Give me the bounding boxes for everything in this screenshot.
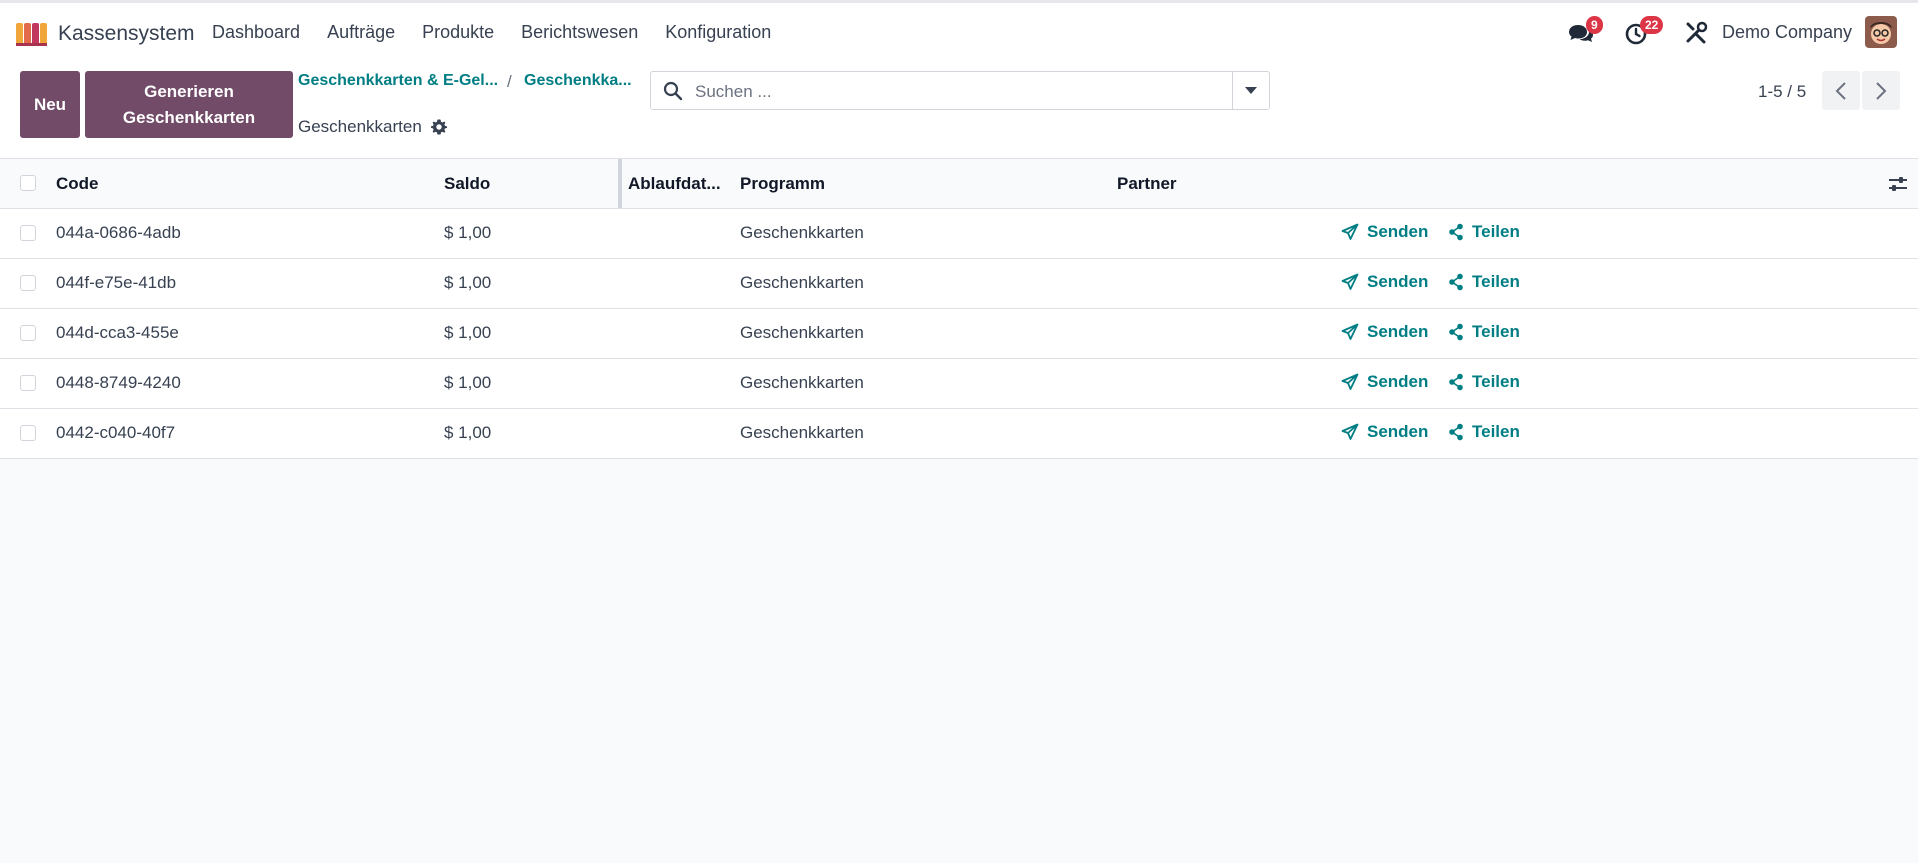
breadcrumb-gift-cards-ewallet[interactable]: Geschenkkarten & E-Gel... — [298, 72, 498, 90]
send-button[interactable]: Senden — [1341, 372, 1428, 392]
select-all-checkbox[interactable] — [20, 175, 36, 191]
gear-icon[interactable] — [430, 118, 448, 136]
row-programm: Geschenkkarten — [740, 323, 864, 342]
row-code: 044f-e75e-41db — [56, 273, 177, 292]
pager-value[interactable]: 1-5 / 5 — [1758, 82, 1806, 102]
row-checkbox[interactable] — [20, 275, 36, 291]
share-icon — [1449, 423, 1463, 441]
table-row[interactable]: 0448-8749-4240 $ 1,00 Geschenkkarten Sen… — [0, 359, 1918, 409]
row-checkbox[interactable] — [20, 325, 36, 341]
share-icon — [1449, 273, 1463, 291]
row-code: 044d-cca3-455e — [56, 323, 179, 342]
table-row[interactable]: 0442-c040-40f7 $ 1,00 Geschenkkarten Sen… — [0, 409, 1918, 459]
send-button[interactable]: Senden — [1341, 422, 1428, 442]
app-icon[interactable] — [15, 21, 49, 47]
share-label: Teilen — [1472, 222, 1520, 241]
generate-label-line2: Geschenkkarten — [122, 107, 256, 127]
search-input[interactable] — [693, 78, 1197, 106]
row-saldo: $ 1,00 — [444, 373, 492, 392]
tools-icon[interactable] — [1684, 20, 1710, 46]
paper-plane-icon — [1341, 273, 1359, 290]
send-label: Senden — [1367, 422, 1429, 441]
column-saldo[interactable]: Saldo — [444, 174, 490, 194]
send-button[interactable]: Senden — [1341, 272, 1428, 292]
table-row[interactable]: 044d-cca3-455e $ 1,00 Geschenkkarten Sen… — [0, 309, 1918, 359]
chevron-left-icon — [1835, 81, 1846, 100]
share-label: Teilen — [1472, 272, 1520, 291]
menu-item-konfiguration[interactable]: Konfiguration — [665, 22, 771, 43]
share-button[interactable]: Teilen — [1448, 372, 1520, 392]
share-icon — [1449, 223, 1463, 241]
send-label: Senden — [1367, 322, 1429, 341]
row-saldo: $ 1,00 — [444, 273, 492, 292]
send-label: Senden — [1367, 372, 1429, 391]
search-options-toggle[interactable] — [1232, 72, 1269, 109]
paper-plane-icon — [1341, 323, 1359, 340]
row-programm: Geschenkkarten — [740, 223, 864, 242]
share-button[interactable]: Teilen — [1448, 222, 1520, 242]
generate-label-line1: Generieren — [144, 81, 234, 101]
row-code: 0448-8749-4240 — [56, 373, 181, 392]
avatar[interactable] — [1865, 16, 1897, 48]
row-code: 0442-c040-40f7 — [56, 423, 176, 442]
send-label: Senden — [1367, 272, 1429, 291]
control-panel: Neu Generieren Geschenkkarten Geschenkka… — [0, 62, 1918, 159]
generate-gift-cards-button[interactable]: Generieren Geschenkkarten — [85, 71, 293, 138]
pager-previous-button[interactable] — [1822, 71, 1860, 110]
main-menu: Dashboard Aufträge Produkte Berichtswese… — [212, 3, 798, 62]
send-label: Senden — [1367, 222, 1429, 241]
new-button[interactable]: Neu — [20, 71, 80, 138]
table-row[interactable]: 044a-0686-4adb $ 1,00 Geschenkkarten Sen… — [0, 209, 1918, 259]
breadcrumb-separator: / — [507, 72, 512, 91]
caret-down-icon — [1245, 86, 1257, 94]
menu-item-dashboard[interactable]: Dashboard — [212, 22, 300, 43]
row-saldo: $ 1,00 — [444, 323, 492, 342]
column-partner[interactable]: Partner — [1117, 174, 1177, 194]
share-button[interactable]: Teilen — [1448, 422, 1520, 442]
messages-badge: 9 — [1586, 16, 1603, 34]
share-icon — [1449, 373, 1463, 391]
table-row[interactable]: 044f-e75e-41db $ 1,00 Geschenkkarten Sen… — [0, 259, 1918, 309]
row-saldo: $ 1,00 — [444, 423, 492, 442]
share-button[interactable]: Teilen — [1448, 272, 1520, 292]
column-code[interactable]: Code — [56, 174, 99, 194]
column-resizer[interactable] — [618, 159, 622, 208]
share-button[interactable]: Teilen — [1448, 322, 1520, 342]
chevron-right-icon — [1876, 81, 1887, 100]
paper-plane-icon — [1341, 423, 1359, 440]
row-programm: Geschenkkarten — [740, 423, 864, 442]
send-button[interactable]: Senden — [1341, 222, 1428, 242]
column-programm[interactable]: Programm — [740, 174, 825, 194]
share-label: Teilen — [1472, 372, 1520, 391]
new-button-label: Neu — [33, 94, 67, 114]
row-checkbox[interactable] — [20, 425, 36, 441]
row-checkbox[interactable] — [20, 375, 36, 391]
column-ablaufdatum[interactable]: Ablaufdat... — [628, 174, 721, 194]
paper-plane-icon — [1341, 373, 1359, 390]
menu-item-auftraege[interactable]: Aufträge — [327, 22, 395, 43]
settings-sliders-icon[interactable] — [1888, 175, 1908, 193]
row-checkbox[interactable] — [20, 225, 36, 241]
menu-item-berichtswesen[interactable]: Berichtswesen — [521, 22, 638, 43]
search-icon — [663, 81, 683, 101]
activities-badge: 22 — [1640, 16, 1664, 34]
app-name[interactable]: Kassensystem — [58, 22, 195, 46]
share-label: Teilen — [1472, 322, 1520, 341]
menu-item-produkte[interactable]: Produkte — [422, 22, 494, 43]
table-header: Code Saldo Ablaufdat... Programm Partner — [0, 159, 1918, 209]
paper-plane-icon — [1341, 223, 1359, 240]
send-button[interactable]: Senden — [1341, 322, 1428, 342]
navbar: Kassensystem Dashboard Aufträge Produkte… — [0, 3, 1918, 62]
row-programm: Geschenkkarten — [740, 373, 864, 392]
row-code: 044a-0686-4adb — [56, 223, 181, 242]
pager-next-button[interactable] — [1862, 71, 1900, 110]
share-icon — [1449, 323, 1463, 341]
row-programm: Geschenkkarten — [740, 273, 864, 292]
breadcrumb-gift-cards-program[interactable]: Geschenkka... — [524, 72, 632, 90]
page-title: Geschenkkarten — [298, 117, 422, 136]
company-switcher[interactable]: Demo Company — [1722, 22, 1852, 43]
share-label: Teilen — [1472, 422, 1520, 441]
search-bar — [650, 71, 1270, 110]
row-saldo: $ 1,00 — [444, 223, 492, 242]
